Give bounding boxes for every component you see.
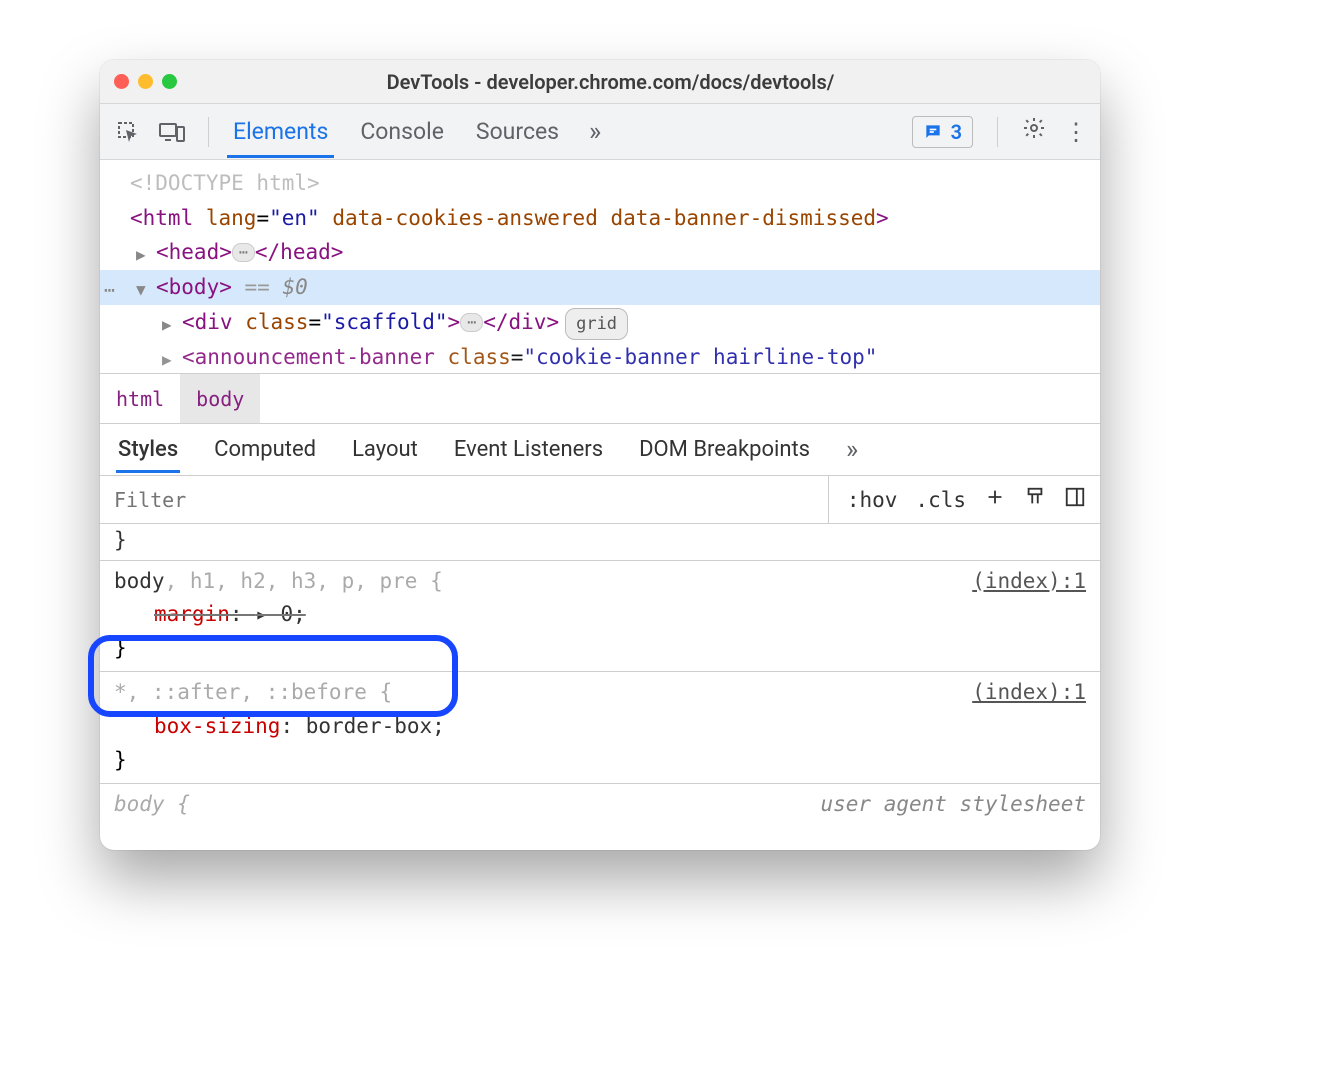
rule-fragment[interactable]: } (100, 524, 1100, 561)
filter-input[interactable] (100, 488, 828, 512)
dom-doctype[interactable]: <!DOCTYPE html> (100, 166, 1100, 201)
subtab-computed[interactable]: Computed (214, 427, 316, 472)
tab-console[interactable]: Console (358, 106, 446, 157)
window-title: DevTools - developer.chrome.com/docs/dev… (195, 70, 1086, 94)
device-toggle-icon[interactable] (158, 118, 186, 146)
css-declaration[interactable]: box-sizing: border-box; (114, 710, 1086, 744)
copy-styles-icon[interactable] (1024, 486, 1046, 513)
css-rule-ua[interactable]: user agent stylesheet body { (100, 784, 1100, 828)
dom-tree[interactable]: <!DOCTYPE html> <html lang="en" data-coo… (100, 160, 1100, 374)
more-subtabs-icon[interactable]: » (846, 435, 858, 465)
css-rule-universal[interactable]: (index):1 *, ::after, ::before { box-siz… (100, 672, 1100, 784)
new-rule-icon[interactable] (984, 486, 1006, 513)
crumb-body[interactable]: body (180, 374, 260, 423)
traffic-lights (114, 74, 177, 89)
inspect-icon[interactable] (114, 118, 142, 146)
separator (208, 117, 209, 147)
expand-icon[interactable]: ▶ (162, 312, 172, 338)
crumb-html[interactable]: html (100, 374, 180, 423)
subtab-styles[interactable]: Styles (118, 427, 178, 472)
dom-body-selected[interactable]: ⋯▼<body> == $0 (100, 270, 1100, 305)
breadcrumb: html body (100, 374, 1100, 424)
css-rule-body[interactable]: (index):1 body, h1, h2, h3, p, pre { mar… (100, 561, 1100, 673)
tab-elements[interactable]: Elements (231, 106, 330, 157)
grid-badge[interactable]: grid (565, 308, 628, 340)
overflow-icon[interactable]: ⋯ (104, 276, 114, 306)
rule-close: } (114, 744, 1086, 778)
rule-close: } (114, 632, 1086, 666)
kebab-menu-icon[interactable]: ⋮ (1064, 118, 1086, 146)
filter-tools: :hov .cls (828, 476, 1100, 523)
cls-toggle[interactable]: .cls (915, 488, 966, 512)
rule-source-link[interactable]: (index):1 (972, 676, 1086, 710)
dom-head[interactable]: ▶<head>⋯</head> (100, 235, 1100, 270)
separator (997, 117, 998, 147)
ellipsis-icon[interactable]: ⋯ (232, 243, 255, 262)
selector-line[interactable]: *, ::after, ::before { (114, 676, 1086, 710)
tab-sources[interactable]: Sources (474, 106, 561, 157)
issues-count: 3 (951, 120, 962, 144)
ellipsis-icon[interactable]: ⋯ (460, 313, 483, 332)
dom-div-scaffold[interactable]: ▶<div class="scaffold">⋯</div>grid (100, 305, 1100, 340)
settings-icon[interactable] (1022, 116, 1046, 147)
dom-announcement-banner[interactable]: ▶<announcement-banner class="cookie-bann… (100, 340, 1100, 374)
panel-tabs: Elements Console Sources » (231, 106, 896, 157)
styles-pane: } (index):1 body, h1, h2, h3, p, pre { m… (100, 524, 1100, 850)
selector-line[interactable]: body, h1, h2, h3, p, pre { (114, 565, 1086, 599)
hov-toggle[interactable]: :hov (847, 488, 898, 512)
close-icon[interactable] (114, 74, 129, 89)
titlebar: DevTools - developer.chrome.com/docs/dev… (100, 60, 1100, 104)
more-tabs-icon[interactable]: » (589, 117, 601, 147)
zoom-icon[interactable] (162, 74, 177, 89)
rule-source-link[interactable]: (index):1 (972, 565, 1086, 599)
subtab-dom-breakpoints[interactable]: DOM Breakpoints (639, 427, 810, 472)
rule-source-ua: user agent stylesheet (820, 788, 1086, 822)
filter-bar: :hov .cls (100, 476, 1100, 524)
devtools-window: DevTools - developer.chrome.com/docs/dev… (100, 60, 1100, 850)
toolbar-right: 3 ⋮ (912, 116, 1086, 148)
collapse-icon[interactable]: ▼ (136, 277, 146, 303)
dom-html-open[interactable]: <html lang="en" data-cookies-answered da… (100, 201, 1100, 236)
subtab-layout[interactable]: Layout (352, 427, 418, 472)
subtab-event-listeners[interactable]: Event Listeners (454, 427, 603, 472)
styles-subtabs: Styles Computed Layout Event Listeners D… (100, 424, 1100, 476)
minimize-icon[interactable] (138, 74, 153, 89)
issues-button[interactable]: 3 (912, 116, 973, 148)
main-toolbar: Elements Console Sources » 3 ⋮ (100, 104, 1100, 160)
computed-toggle-icon[interactable] (1064, 486, 1086, 513)
css-declaration[interactable]: margin: ▸ 0; (114, 598, 1086, 632)
expand-icon[interactable]: ▶ (136, 242, 146, 268)
expand-icon[interactable]: ▶ (162, 347, 172, 373)
